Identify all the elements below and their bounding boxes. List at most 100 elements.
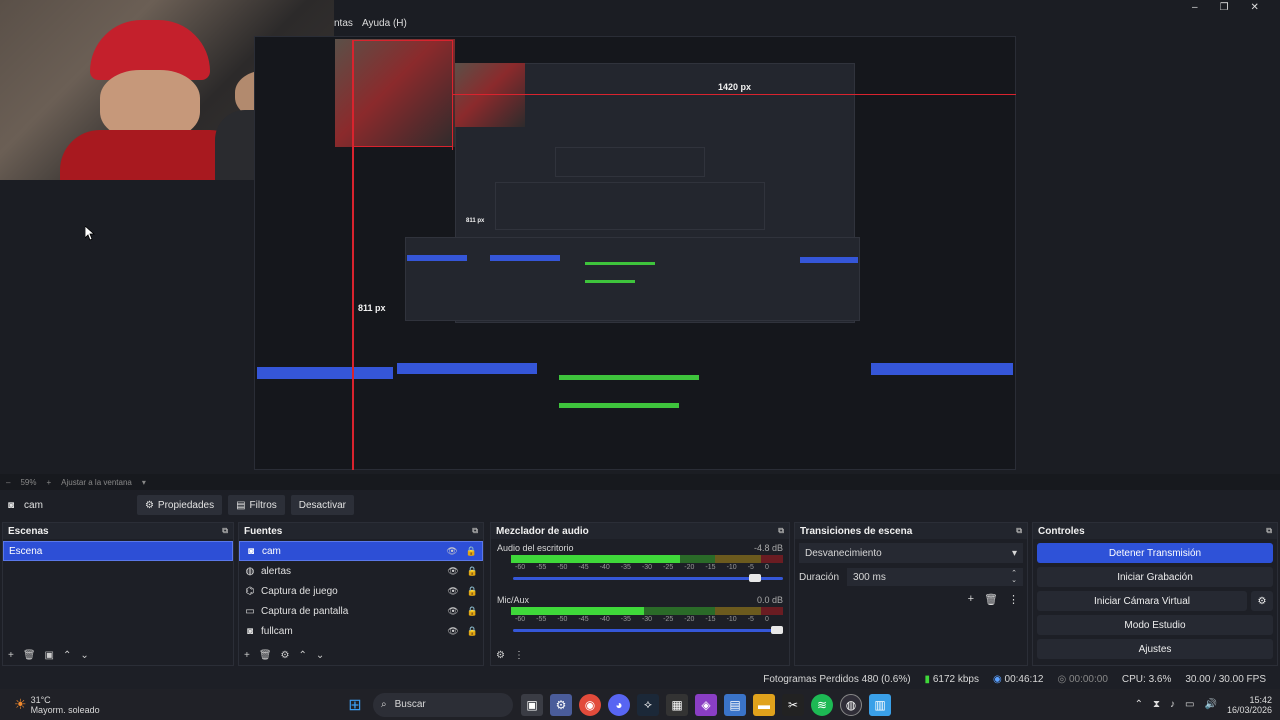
undock-icon[interactable]: ⧉	[472, 526, 478, 536]
scenes-header: Escenas ⧉	[3, 523, 233, 539]
stepper-icon[interactable]: ⌃ ⌄	[1011, 570, 1017, 584]
weather-desc: Mayorm. soleado	[30, 704, 100, 715]
media-app-icon[interactable]: ◈	[695, 693, 717, 716]
chevron-up-icon[interactable]: ⌃	[1135, 699, 1143, 710]
undock-icon[interactable]: ⧉	[1266, 526, 1272, 536]
folder-icon[interactable]: ▬	[753, 693, 775, 716]
trash-icon[interactable]: 🗑	[23, 650, 36, 661]
source-item-captura-pantalla[interactable]: ▭ Captura de pantalla 👁 🔒	[239, 601, 483, 621]
nested-webcam-image-2	[455, 63, 525, 127]
zoom-in-button[interactable]: +	[46, 478, 51, 487]
nested-source-selected	[490, 255, 560, 261]
meter-tick-label: -60	[515, 616, 526, 623]
app-icon[interactable]: ▥	[869, 693, 891, 716]
lock-icon[interactable]: 🔒	[467, 626, 478, 637]
filters-button[interactable]: ▤ Filtros	[228, 495, 285, 515]
volume-slider[interactable]	[513, 574, 783, 582]
lock-icon[interactable]: 🔒	[466, 546, 477, 557]
weather-widget[interactable]: ☀ 31°C Mayorm. soleado	[14, 695, 344, 715]
deactivate-button[interactable]: Desactivar	[290, 495, 355, 515]
dropped-frames: Fotogramas Perdidos 480 (0.6%)	[763, 673, 911, 685]
speaker-icon[interactable]: 🔊	[1205, 699, 1217, 710]
task-view-icon[interactable]: ▣	[521, 693, 543, 716]
scene-item[interactable]: Escena	[3, 541, 233, 561]
move-up-icon[interactable]: ⌃	[63, 650, 71, 661]
clock[interactable]: 15:42 16/03/2026	[1227, 695, 1272, 715]
slider-knob[interactable]	[771, 626, 783, 634]
steam-icon[interactable]: ⟡	[637, 693, 659, 716]
duration-label: Duración	[799, 571, 840, 583]
more-icon[interactable]: ⋮	[1008, 593, 1019, 606]
add-icon[interactable]: +	[244, 650, 250, 661]
eye-icon[interactable]: 👁	[447, 586, 458, 597]
preview-canvas[interactable]: ntas Ayuda (H) – ❐ ✕ 1420 px 811 px 811 …	[0, 0, 1280, 474]
chrome-icon[interactable]: ◉	[579, 693, 601, 716]
move-down-icon[interactable]: ⌄	[316, 650, 324, 661]
nested-meter-3	[559, 375, 699, 380]
minimize-button[interactable]: –	[1192, 2, 1198, 13]
eye-icon[interactable]: 👁	[447, 606, 458, 617]
settings-button[interactable]: Ajustes	[1037, 639, 1273, 659]
gear-icon[interactable]: ⚙	[281, 650, 290, 661]
zoom-out-button[interactable]: –	[6, 478, 10, 487]
source-item-fullcam[interactable]: ◙ fullcam 👁 🔒	[239, 621, 483, 641]
transition-select[interactable]: Desvanecimiento ▾	[799, 543, 1023, 563]
trash-icon[interactable]: 🗑	[984, 593, 998, 606]
meter-tick-label: -20	[684, 616, 695, 623]
mic-icon[interactable]: ♪	[1170, 699, 1175, 710]
rec-time: ◎ 00:00:00	[1057, 674, 1107, 685]
source-item-cam[interactable]: ◙ cam 👁 🔒	[239, 541, 483, 561]
windows-start-icon[interactable]: ⊞	[344, 694, 366, 716]
trash-icon[interactable]: 🗑	[259, 650, 272, 661]
game-icon[interactable]: ▦	[666, 693, 688, 716]
lock-icon[interactable]: 🔒	[467, 566, 478, 577]
menu-help[interactable]: Ayuda (H)	[362, 18, 407, 29]
start-recording-button[interactable]: Iniciar Grabación	[1037, 567, 1273, 587]
lock-icon[interactable]: 🔒	[467, 606, 478, 617]
scenes-title: Escenas	[8, 525, 49, 537]
discord-icon[interactable]: ◕	[608, 693, 630, 716]
stop-stream-button[interactable]: Detener Transmisión	[1037, 543, 1273, 563]
display-icon[interactable]: ▭	[1185, 699, 1194, 710]
scene-item-label: Escena	[9, 545, 43, 557]
properties-button[interactable]: ⚙ Propiedades	[136, 495, 223, 515]
add-icon[interactable]: +	[8, 650, 14, 661]
transitions-dock: Transiciones de escena ⧉ Desvanecimiento…	[794, 522, 1028, 666]
chevron-down-icon[interactable]: ▾	[142, 478, 146, 487]
obs-icon[interactable]: ◍	[840, 693, 862, 716]
source-item-captura-juego[interactable]: ⌬ Captura de juego 👁 🔒	[239, 581, 483, 601]
lock-icon[interactable]: 🔒	[467, 586, 478, 597]
virtual-cam-button[interactable]: Iniciar Cámara Virtual	[1037, 591, 1247, 611]
capcut-icon[interactable]: ✂	[782, 693, 804, 716]
network-icon[interactable]: ⧗	[1153, 699, 1160, 710]
store-icon[interactable]: ▤	[724, 693, 746, 716]
undock-icon[interactable]: ⧉	[222, 526, 228, 536]
undock-icon[interactable]: ⧉	[1016, 526, 1022, 536]
eye-icon[interactable]: 👁	[447, 626, 458, 637]
rec-time-value: 00:00:00	[1068, 673, 1108, 685]
move-up-icon[interactable]: ⌃	[299, 650, 307, 661]
maximize-button[interactable]: ❐	[1220, 2, 1229, 13]
undock-icon[interactable]: ⧉	[778, 526, 784, 536]
eye-icon[interactable]: 👁	[446, 546, 457, 557]
menu-partial[interactable]: ntas	[334, 18, 353, 29]
fit-to-window[interactable]: Ajustar a la ventana	[61, 478, 132, 487]
filter-icon[interactable]: ▣	[45, 650, 54, 661]
settings-app-icon[interactable]: ⚙	[550, 693, 572, 716]
slider-knob[interactable]	[749, 574, 762, 582]
gear-icon[interactable]: ⚙	[496, 650, 505, 661]
add-icon[interactable]: +	[968, 593, 974, 606]
gear-icon[interactable]: ⚙	[1251, 591, 1273, 611]
nested-stop-button	[800, 257, 858, 263]
eye-icon[interactable]: 👁	[447, 566, 458, 577]
source-item-alertas[interactable]: ◍ alertas 👁 🔒	[239, 561, 483, 581]
more-icon[interactable]: ⋮	[514, 650, 524, 661]
duration-input[interactable]: 300 ms ⌃ ⌄	[847, 568, 1023, 586]
taskbar-search[interactable]: ⌕ Buscar	[373, 692, 513, 717]
sources-title: Fuentes	[244, 525, 283, 537]
close-button[interactable]: ✕	[1251, 2, 1259, 13]
move-down-icon[interactable]: ⌄	[80, 650, 88, 661]
spotify-icon[interactable]: ≋	[811, 693, 833, 716]
studio-mode-button[interactable]: Modo Estudio	[1037, 615, 1273, 635]
volume-slider[interactable]	[513, 626, 783, 634]
